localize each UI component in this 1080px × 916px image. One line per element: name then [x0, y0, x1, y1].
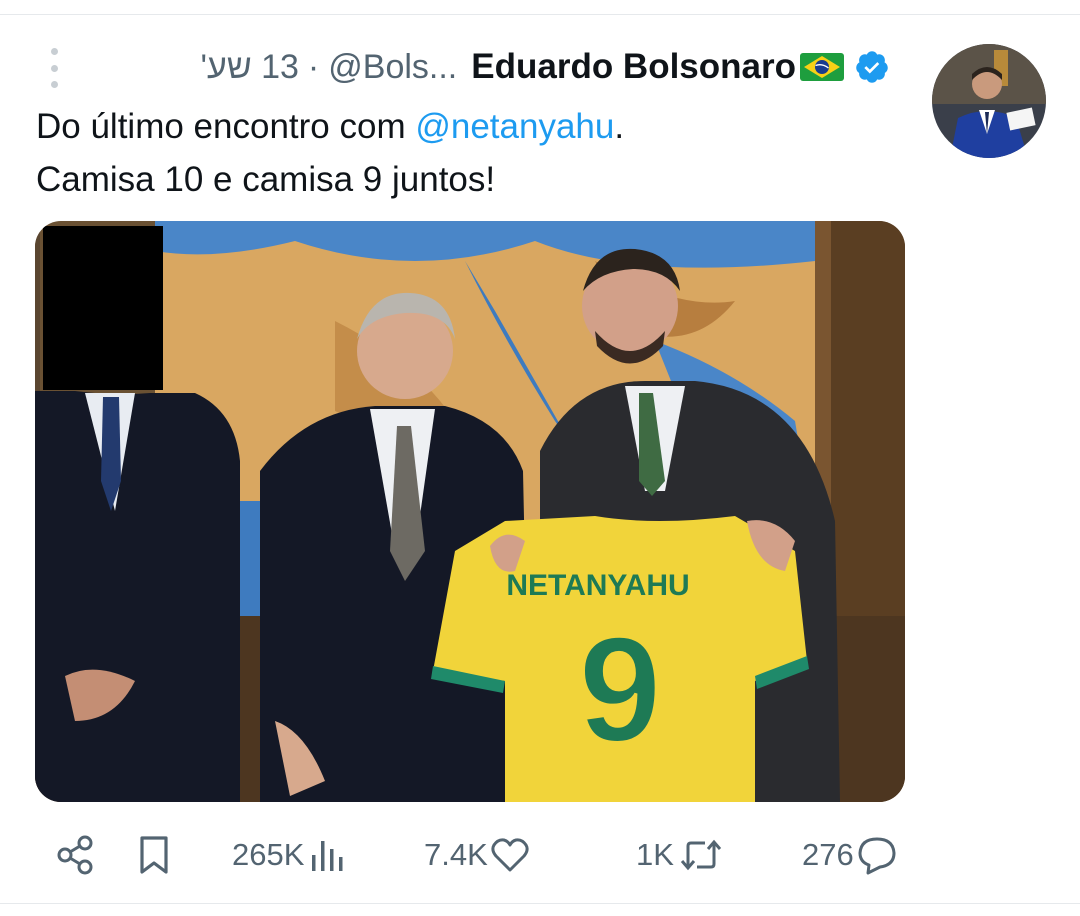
views-button[interactable]: 265K	[232, 832, 348, 878]
jersey-number: 9	[578, 605, 661, 773]
tweet-actions: 265K 7.4K 1K 276	[0, 832, 1080, 878]
author-name[interactable]: Eduardo Bolsonaro	[471, 47, 796, 87]
top-divider	[0, 14, 1080, 15]
reply-icon	[858, 837, 896, 875]
censor-box	[43, 226, 163, 390]
mention-link[interactable]: @netanyahu	[415, 107, 614, 146]
share-icon	[57, 835, 93, 875]
share-button[interactable]	[56, 832, 94, 878]
author-avatar[interactable]	[932, 44, 1046, 158]
tweet-photo[interactable]: NETANYAHU 9	[35, 221, 905, 802]
views-chart-icon	[312, 841, 343, 871]
avatar-photo	[932, 44, 1046, 158]
photo-scene: NETANYAHU 9	[35, 221, 905, 802]
brazil-flag-icon	[800, 53, 844, 81]
author-handle[interactable]: @Bols...	[328, 48, 457, 87]
tweet-text: Do último encontro com @netanyahu. Camis…	[36, 100, 624, 206]
reply-button[interactable]: 276	[802, 832, 898, 878]
likes-count: 7.4K	[424, 837, 488, 872]
bottom-divider	[0, 903, 1080, 904]
tweet-time[interactable]: 13 שע'	[201, 48, 299, 87]
repost-button[interactable]: 1K	[636, 832, 724, 878]
tweet-text-line2: Camisa 10 e camisa 9 juntos!	[36, 160, 496, 199]
tweet-text-part: .	[614, 107, 625, 146]
verified-badge-icon	[856, 51, 888, 83]
tweet-header: 13 שע' · @Bols... Eduardo Bolsonaro	[201, 44, 890, 90]
jersey-name: NETANYAHU	[506, 569, 689, 602]
replies-count: 276	[802, 837, 854, 872]
reposts-count: 1K	[636, 837, 674, 872]
tweet-text-line1: Do último encontro com @netanyahu.	[36, 100, 624, 153]
tweet-text-part: Do último encontro com	[36, 107, 416, 146]
bookmark-button[interactable]	[138, 832, 170, 878]
more-options-icon[interactable]	[44, 48, 64, 88]
views-count: 265K	[232, 837, 305, 872]
like-button[interactable]: 7.4K	[424, 832, 530, 878]
meta-separator: ·	[307, 47, 320, 86]
bookmark-icon	[140, 836, 168, 874]
tweet-meta: 13 שע' · @Bols...	[201, 48, 458, 87]
heart-icon	[491, 838, 529, 872]
repost-icon	[680, 839, 722, 871]
